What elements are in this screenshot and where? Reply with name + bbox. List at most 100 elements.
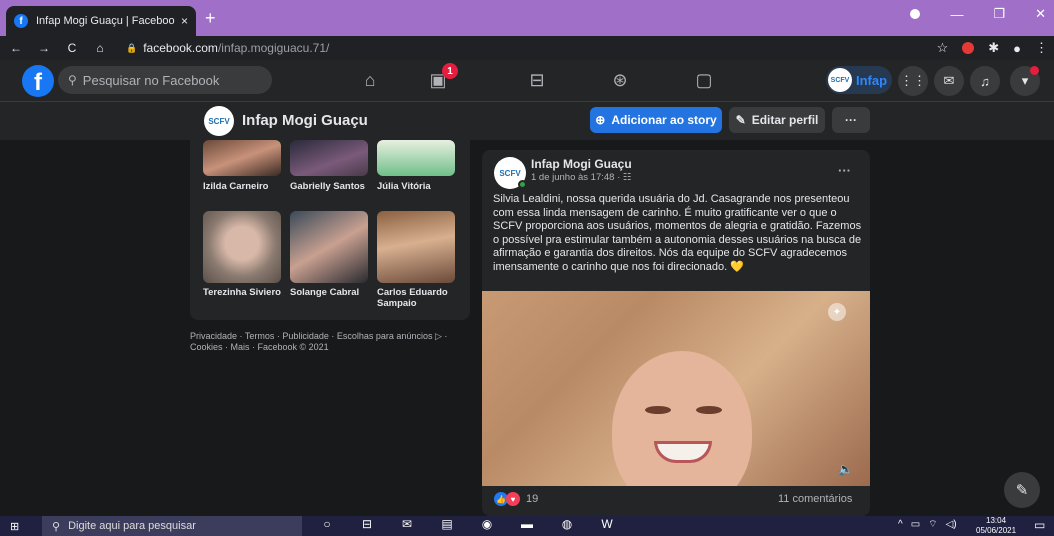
watch-notification-badge: 1 <box>442 63 458 79</box>
new-message-icon[interactable]: ✎ <box>1004 472 1040 508</box>
taskbar-search-input[interactable]: ⚲ Digite aqui para pesquisar <box>42 516 302 536</box>
extension-icons: ☆ ✱ ● ⋮ <box>937 40 1048 56</box>
facebook-favicon-icon: f <box>14 14 28 28</box>
post-author-name[interactable]: Infap Mogi Guaçu <box>531 157 632 171</box>
bookmark-star-icon[interactable]: ☆ <box>937 40 949 56</box>
search-icon: ⚲ <box>68 73 77 87</box>
cortana-icon[interactable]: ○ <box>318 517 336 531</box>
profile-dot-icon[interactable] <box>910 9 921 19</box>
edit-profile-button[interactable]: ✎ Editar perfil <box>729 107 825 133</box>
friend-name[interactable]: Carlos Eduardo Sampaio <box>377 287 461 309</box>
more-options-button[interactable]: ··· <box>832 107 870 133</box>
file-explorer-icon[interactable]: ▬ <box>518 517 536 531</box>
clock-date: 05/06/2021 <box>976 526 1017 535</box>
tab-close-button[interactable]: × <box>181 14 188 28</box>
battery-icon[interactable]: ▭ <box>911 519 920 530</box>
friend-photo[interactable] <box>290 211 368 283</box>
task-view-icon[interactable]: ⊟ <box>358 517 376 531</box>
marketplace-nav-icon[interactable]: ⊟ <box>507 62 567 98</box>
word-icon[interactable]: W <box>598 517 616 531</box>
friend-photo[interactable] <box>290 140 368 176</box>
action-center-icon[interactable]: ▭ <box>1034 518 1045 532</box>
messenger-icon[interactable]: ✉ <box>934 66 964 96</box>
edit-profile-label: Editar perfil <box>751 113 819 127</box>
video-watermark-icon: ✦ <box>828 303 846 321</box>
forward-icon[interactable]: → <box>32 41 56 55</box>
page-avatar[interactable]: SCFV <box>204 106 234 136</box>
mail-icon[interactable]: ✉ <box>398 517 416 531</box>
video-eye <box>696 406 722 414</box>
post-timestamp[interactable]: 1 de junho às 17:48 · ☷ <box>531 172 631 183</box>
browser-tab[interactable]: f Infap Mogi Guaçu | Facebook × <box>6 6 196 36</box>
watch-nav-icon[interactable]: ▣ <box>408 62 468 98</box>
profile-shortcut[interactable]: SCFV Infap <box>826 66 892 94</box>
friend-photo[interactable] <box>377 140 455 176</box>
friend-name[interactable]: Gabrielly Santos <box>290 181 374 192</box>
friend-name[interactable]: Izilda Carneiro <box>203 181 287 192</box>
friend-name[interactable]: Júlia Vitória <box>377 181 461 192</box>
extension-red-icon[interactable] <box>962 42 975 54</box>
love-reaction-icon: ♥ <box>506 492 520 506</box>
extensions-puzzle-icon[interactable]: ✱ <box>988 40 999 56</box>
post-video[interactable] <box>482 291 870 486</box>
friends-card: Izilda Carneiro Gabrielly Santos Júlia V… <box>190 140 470 320</box>
home-nav-icon[interactable]: ⌂ <box>340 62 400 98</box>
volume-icon[interactable]: ◁) <box>946 519 957 530</box>
search-icon: ⚲ <box>52 520 61 533</box>
page-footer: Privacidade · Termos · Publicidade · Esc… <box>190 331 480 353</box>
friend-photo[interactable] <box>377 211 455 283</box>
video-face <box>612 351 752 486</box>
reload-icon[interactable]: C <box>60 41 84 55</box>
chrome-icon[interactable]: ◉ <box>478 517 496 531</box>
url-host: facebook.com <box>143 41 218 55</box>
facebook-logo-icon[interactable]: f <box>22 65 54 97</box>
add-story-button[interactable]: ⊕ Adicionar ao story <box>590 107 722 133</box>
footer-links-line[interactable]: Cookies · Mais · Facebook © 2021 <box>190 342 480 353</box>
home-icon[interactable]: ⌂ <box>88 41 112 55</box>
user-avatar-icon[interactable]: ● <box>1013 41 1021 56</box>
system-tray: ^ ▭ ⌔ ◁) <box>898 518 957 531</box>
menu-grid-icon[interactable]: ⋮⋮ <box>898 66 928 96</box>
plus-circle-icon: ⊕ <box>595 113 606 127</box>
url-path: /infap.mogiguacu.71/ <box>217 41 330 55</box>
window-controls: — ❐ ✕ <box>910 6 1046 22</box>
page-title[interactable]: Infap Mogi Guaçu <box>242 112 368 129</box>
notifications-bell-icon[interactable]: ♫ <box>970 66 1000 96</box>
new-tab-button[interactable]: + <box>205 9 216 27</box>
comment-count[interactable]: 11 comentários <box>778 493 852 505</box>
reaction-summary[interactable]: 👍 ♥ 19 <box>494 492 538 506</box>
notification-dot <box>1030 66 1039 75</box>
restore-icon[interactable]: ❐ <box>993 6 1005 22</box>
mute-icon[interactable]: 🔈 <box>838 462 853 476</box>
taskbar-clock[interactable]: 13:04 05/06/2021 <box>976 516 1016 536</box>
address-bar[interactable]: 🔒 facebook.com/infap.mogiguacu.71/ <box>126 41 329 55</box>
browser-menu-icon[interactable]: ⋮ <box>1035 40 1048 56</box>
clock-time: 13:04 <box>986 516 1007 525</box>
facebook-search-input[interactable]: ⚲ Pesquisar no Facebook <box>58 66 272 94</box>
gaming-nav-icon[interactable]: ▢ <box>674 62 734 98</box>
add-story-label: Adicionar ao story <box>611 113 717 127</box>
footer-links-line[interactable]: Privacidade · Termos · Publicidade · Esc… <box>190 331 480 342</box>
groups-nav-icon[interactable]: ⊛ <box>590 62 650 98</box>
post-text: Silvia Lealdini, nossa querida usuária d… <box>493 193 862 273</box>
pencil-icon: ✎ <box>735 113 746 127</box>
reaction-count: 19 <box>526 493 539 505</box>
minimize-icon[interactable]: — <box>950 7 963 22</box>
close-window-icon[interactable]: ✕ <box>1035 6 1046 22</box>
tray-chevron-icon[interactable]: ^ <box>898 519 903 530</box>
post-options-button[interactable]: ··· <box>838 163 851 178</box>
store-icon[interactable]: ▤ <box>438 517 456 531</box>
friend-photo[interactable] <box>203 211 281 283</box>
friend-name[interactable]: Terezinha Siviero <box>203 287 287 298</box>
friend-name[interactable]: Solange Cabral <box>290 287 374 298</box>
friend-photo[interactable] <box>203 140 281 176</box>
profile-shortcut-name: Infap <box>856 72 888 88</box>
whatsapp-icon[interactable]: ◍ <box>558 517 576 531</box>
video-eye <box>645 406 671 414</box>
windows-start-icon[interactable]: ⊞ <box>10 520 19 533</box>
wifi-icon[interactable]: ⌔ <box>928 518 937 531</box>
back-icon[interactable]: ← <box>4 41 28 55</box>
page-header-bar <box>0 102 1054 140</box>
tab-title: Infap Mogi Guaçu | Facebook <box>36 15 175 27</box>
taskbar-search-placeholder: Digite aqui para pesquisar <box>68 520 196 532</box>
